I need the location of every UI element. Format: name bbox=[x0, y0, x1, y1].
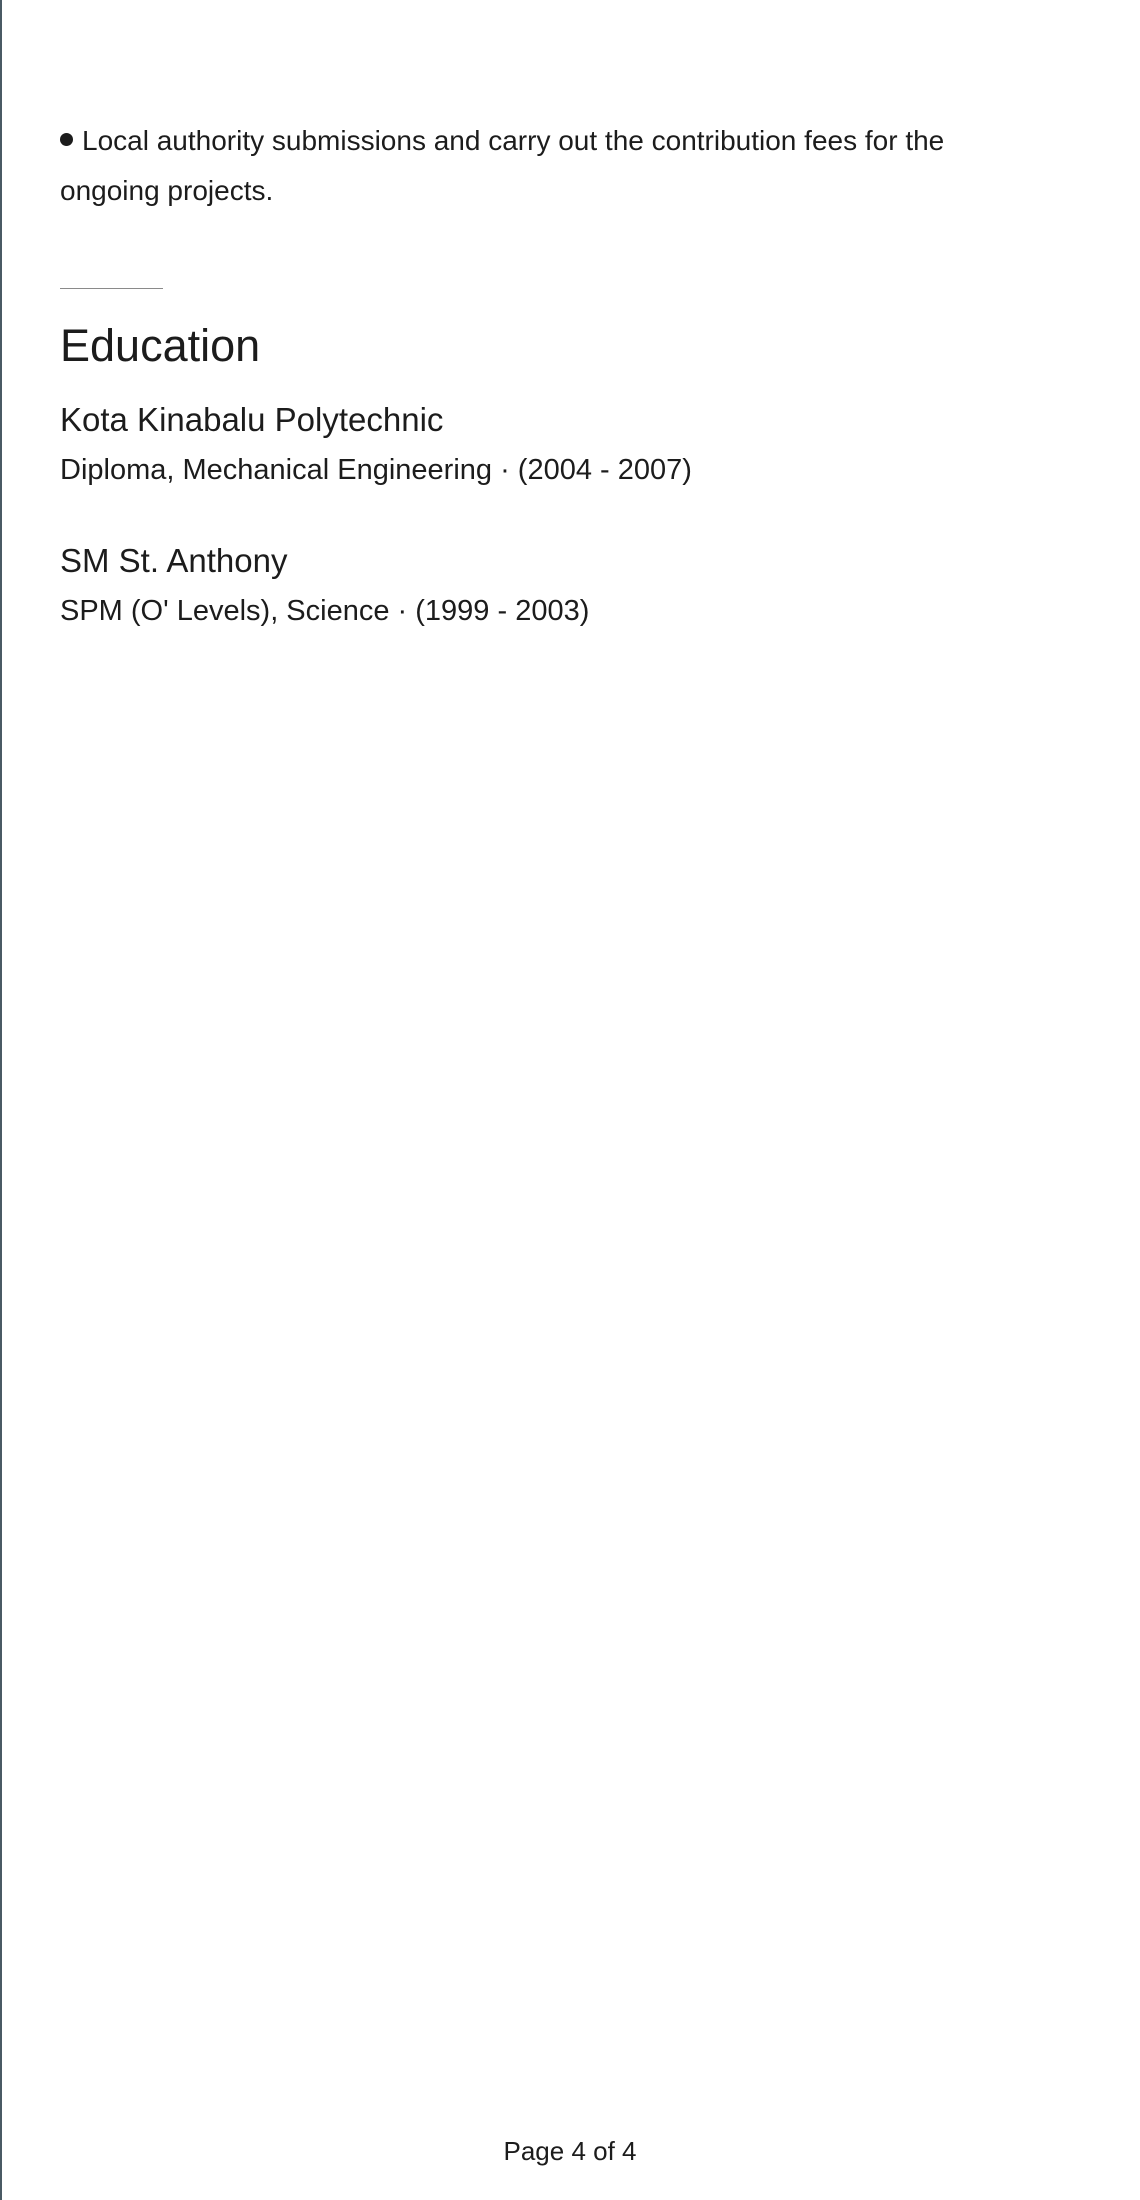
education-degree-1: Diploma, Mechanical Engineering · (2004 … bbox=[60, 454, 692, 486]
education-school-2: SM St. Anthony bbox=[60, 542, 288, 579]
education-degree-2: SPM (O' Levels), Science · (1999 - 2003) bbox=[60, 595, 590, 627]
page-number-footer: Page 4 of 4 bbox=[503, 2136, 637, 2166]
experience-bullet: Local authority submissions and carry ou… bbox=[60, 116, 1020, 216]
section-divider bbox=[60, 288, 163, 289]
education-school-1: Kota Kinabalu Polytechnic bbox=[60, 401, 444, 438]
bullet-dot-icon bbox=[60, 133, 73, 146]
experience-bullet-text: Local authority submissions and carry ou… bbox=[60, 125, 945, 206]
education-section-title: Education bbox=[60, 320, 261, 371]
resume-page: Local authority submissions and carry ou… bbox=[0, 0, 1140, 2200]
